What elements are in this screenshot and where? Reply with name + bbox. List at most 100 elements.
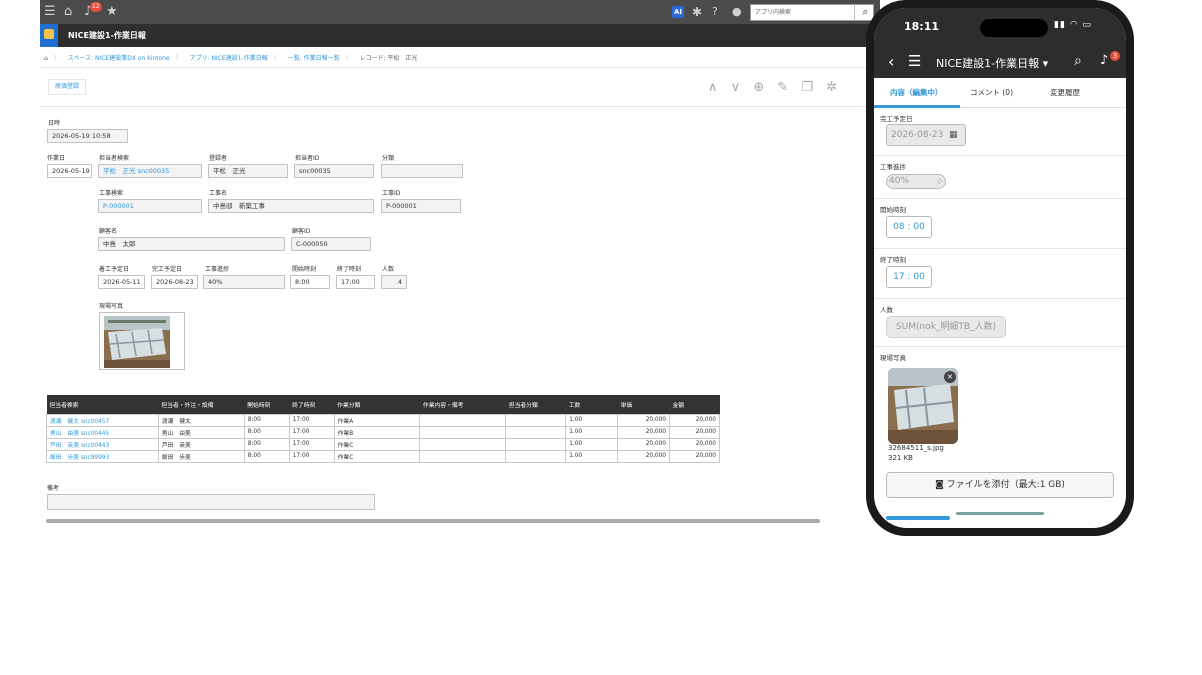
breadcrumb-app[interactable]: アプリ: NICE建設1-作業日報	[190, 55, 268, 62]
project-search-field[interactable]: P-000001	[98, 199, 202, 213]
site-photo-label: 現場写真	[99, 303, 124, 310]
help-icon[interactable]: ?	[712, 5, 718, 19]
notification-badge: 12	[90, 2, 102, 12]
start-time-field: 8:00	[290, 275, 330, 289]
prev-record-icon[interactable]: ∧	[708, 80, 718, 95]
tab-comments[interactable]: コメント (0)	[970, 87, 1013, 98]
cell: 芦田 英美	[157, 437, 245, 451]
start-time-input[interactable]: 08 : 00	[886, 216, 932, 238]
photo-thumbnail[interactable]: ×	[888, 368, 958, 444]
cell: 20,000	[669, 425, 720, 439]
cell: 17:00	[288, 413, 335, 427]
copy-icon[interactable]: ❐	[801, 80, 813, 95]
desktop-view: ☰ ⌂ ♪ 12 ★ AI ✱ ? ● アプリ内検索 ⌕ NICE建設1-作業日…	[0, 0, 960, 530]
category-label: 分類	[382, 155, 395, 162]
breadcrumb-home[interactable]: ⌂	[44, 55, 48, 62]
cell: 作業C	[333, 437, 421, 451]
add-record-icon[interactable]: ⊕	[753, 80, 764, 95]
field-finish-plan: 完工予定日 2026-08-23 ▦	[874, 108, 1126, 156]
user-icon[interactable]: ●	[732, 5, 742, 19]
staff-id-field: snc00035	[294, 164, 374, 178]
attach-file-button[interactable]: ◙ ファイルを添付（最大:1 GB)	[886, 472, 1114, 498]
col-end: 終了時刻	[289, 395, 335, 414]
home-icon[interactable]: ⌂	[64, 5, 72, 19]
progress-select: 40% ◇	[886, 174, 946, 189]
attach-label: ファイルを添付（最大:1 GB)	[946, 480, 1065, 490]
project-id-field: P-000001	[381, 199, 461, 213]
col-manhours: 工数	[565, 395, 618, 414]
cost-register-button[interactable]: 原価登録	[48, 79, 87, 95]
work-date-label: 作業日	[47, 155, 66, 162]
field-label: 完工予定日	[880, 115, 913, 123]
cell: 17:00	[288, 437, 335, 451]
file-name: 32684511_s.jpg	[888, 444, 944, 452]
cell	[505, 425, 567, 439]
select-arrow-icon: ◇	[937, 177, 943, 185]
cell	[419, 449, 507, 463]
bottom-indicator	[886, 516, 950, 520]
cell: 作業C	[333, 449, 421, 463]
menu-icon[interactable]: ☰	[44, 5, 56, 19]
customer-label: 顧客名	[99, 228, 118, 235]
edit-icon[interactable]: ✎	[777, 80, 788, 95]
horizontal-scrollbar[interactable]	[46, 519, 820, 523]
col-work-content: 作業内容・備考	[419, 395, 506, 414]
project-name-label: 工事名	[209, 190, 228, 197]
bell-icon[interactable]: ♪	[1100, 53, 1108, 68]
progress-label: 工事進捗	[205, 266, 230, 273]
project-id-label: 工事ID	[382, 190, 401, 197]
cell	[505, 437, 567, 451]
remarks-label: 備考	[47, 485, 60, 492]
cell: 17:00	[288, 449, 335, 463]
site-photo-thumbnail[interactable]	[99, 312, 185, 370]
cell-staff-search[interactable]: 男山 由美 snc00445	[46, 425, 159, 439]
remove-photo-icon[interactable]: ×	[944, 371, 956, 383]
calendar-icon: ▦	[949, 130, 958, 140]
next-record-icon[interactable]: ∨	[731, 80, 741, 95]
mobile-app-title[interactable]: NICE建設1-作業日報 ▾	[936, 55, 1048, 71]
cell-staff-search[interactable]: 飯田 歩美 snc99993	[46, 449, 159, 463]
ai-icon[interactable]: AI	[672, 6, 684, 18]
clock: 18:11	[904, 20, 940, 33]
cell-staff-search[interactable]: 渡瀬 健太 snc00457	[46, 413, 159, 427]
datetime-field: 2026-05-19 10:58	[47, 129, 128, 143]
search-icon[interactable]: ⌕	[1074, 53, 1082, 69]
table-row: 男山 由美 snc00445 男山 由美 8:00 17:00 作業B 1.00…	[46, 425, 720, 439]
breadcrumb: ⌂ 〉 スペース: NICE建設業DX on kintone 〉 アプリ: NICE…	[44, 55, 418, 62]
field-label: 工事進捗	[880, 163, 906, 171]
cell-staff-search[interactable]: 芦田 英美 snc00443	[46, 437, 159, 451]
table-row: 渡瀬 健太 snc00457 渡瀬 健太 8:00 17:00 作業A 1.00…	[46, 413, 720, 427]
field-label: 終了時刻	[880, 256, 906, 264]
staff-search-field[interactable]: 平松 正光 snc00035	[98, 164, 202, 178]
finish-plan-field: 2026-08-23	[151, 275, 198, 289]
end-time-input[interactable]: 17 : 00	[886, 266, 932, 288]
cell: 20,000	[617, 437, 670, 451]
mobile-nav-bar: ‹ ☰ NICE建設1-作業日報 ▾ ⌕ ♪ 3	[874, 46, 1126, 78]
cell: 渡瀬 健太	[157, 413, 245, 427]
site-photo-image	[104, 316, 170, 368]
settings-icon[interactable]: ✲	[826, 80, 837, 95]
field-headcount: 人数 SUM(nok_明細TB_人数)	[874, 299, 1126, 347]
staff-id-label: 担当者ID	[295, 155, 320, 162]
cell: 20,000	[617, 449, 670, 463]
tab-history[interactable]: 変更履歴	[1050, 87, 1080, 98]
headcount-field: 4	[381, 275, 407, 289]
table-row: 飯田 歩美 snc99993 飯田 歩美 8:00 17:00 作業C 1.00…	[46, 449, 720, 463]
breadcrumb-space[interactable]: スペース: NICE建設業DX on kintone	[68, 55, 170, 62]
col-amount: 金額	[669, 395, 720, 414]
gear-icon[interactable]: ✱	[692, 5, 702, 19]
datetime-label: 日時	[48, 120, 61, 127]
breadcrumb-list[interactable]: 一覧: 作業日報一覧	[288, 55, 340, 62]
menu-icon[interactable]: ☰	[908, 52, 921, 70]
col-staff-type: 担当者分類	[505, 395, 566, 414]
finish-plan-label: 完工予定日	[152, 266, 183, 273]
breadcrumb-record: レコード: 平松 正光	[359, 55, 418, 62]
project-search-label: 工事検索	[99, 190, 124, 197]
back-icon[interactable]: ‹	[888, 52, 894, 71]
app-logo	[40, 24, 58, 47]
headcount-formula: SUM(nok_明細TB_人数)	[886, 316, 1006, 338]
cell: 8:00	[243, 413, 290, 427]
tab-content[interactable]: 内容（編集中）	[890, 87, 943, 98]
col-staff-search: 担当者検索	[46, 395, 159, 414]
star-icon[interactable]: ★	[106, 5, 118, 19]
